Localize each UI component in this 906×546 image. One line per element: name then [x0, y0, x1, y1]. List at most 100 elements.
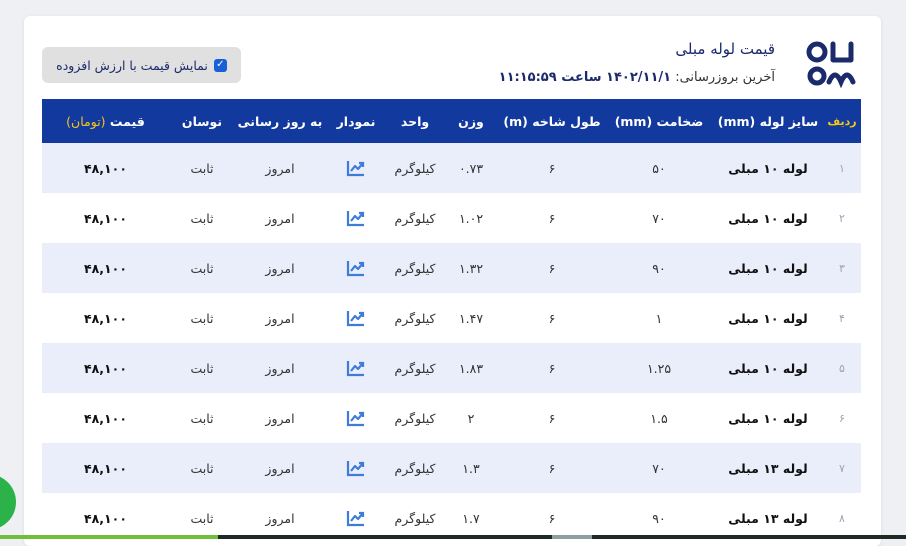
cell-weight: ۱.۳ — [462, 460, 480, 476]
cell-price: ۴۸,۱۰۰ — [84, 260, 127, 276]
header-weight[interactable]: وزن — [443, 99, 499, 143]
header-price-unit: (تومان) — [66, 113, 106, 129]
chart-trend-icon[interactable] — [346, 259, 366, 277]
chart-trend-icon[interactable] — [346, 159, 366, 177]
chart-trend-icon[interactable] — [346, 509, 366, 527]
cell-row-index: ۲ — [839, 211, 845, 225]
chat-widget-button[interactable] — [0, 474, 16, 530]
table-row[interactable]: ۵ لوله ۱۰ مبلی ۱.۲۵ ۶ ۱.۸۳ کیلوگرم امروز ثابت ۴۸… — [42, 343, 861, 393]
cell-change: ثابت — [190, 210, 214, 226]
last-update-value: ۱۴۰۲/۱۱/۱ ساعت ۱۱:۱۵:۵۹ — [498, 70, 672, 85]
cell-row-index: ۶ — [839, 411, 845, 425]
vat-price-toggle[interactable]: ✓ نمایش قیمت با ارزش افزوده — [42, 47, 241, 83]
cell-thickness: ۱ — [655, 310, 663, 326]
last-update-label: آخرین بروزرسانی: — [675, 70, 775, 85]
cell-weight: ۰.۷۳ — [458, 160, 484, 176]
cell-pipe-size: لوله ۱۰ مبلی — [728, 160, 808, 176]
header-chart: نمودار — [336, 113, 376, 129]
cell-change: ثابت — [190, 160, 214, 176]
cell-pipe-size: لوله ۱۰ مبلی — [728, 210, 808, 226]
cell-thickness: ۷۰ — [652, 210, 666, 226]
cell-unit: کیلوگرم — [394, 460, 436, 476]
cell-change: ثابت — [190, 360, 214, 376]
vat-toggle-label: نمایش قیمت با ارزش افزوده — [56, 57, 208, 73]
cell-unit: کیلوگرم — [394, 410, 436, 426]
table-row[interactable]: ۷ لوله ۱۳ مبلی ۷۰ ۶ ۱.۳ کیلوگرم امروز ثابت ۴۸,۱۰… — [42, 443, 861, 493]
price-table: ردیف سایز لوله (mm) ضخامت (mm) طول شاخه … — [42, 99, 861, 543]
checkbox-checked-icon[interactable]: ✓ — [213, 58, 227, 72]
cell-weight: ۱.۳۲ — [458, 260, 484, 276]
cell-updated: امروز — [265, 260, 295, 276]
cell-change: ثابت — [190, 310, 214, 326]
cell-change: ثابت — [190, 460, 214, 476]
cell-weight: ۱.۴۷ — [458, 310, 484, 326]
cell-updated: امروز — [265, 310, 295, 326]
cell-row-index: ۳ — [839, 261, 845, 275]
cell-chart — [325, 193, 387, 243]
cell-thickness: ۷۰ — [652, 460, 666, 476]
table-row[interactable]: ۳ لوله ۱۰ مبلی ۹۰ ۶ ۱.۳۲ کیلوگرم امروز ثابت ۴۸,۱… — [42, 243, 861, 293]
table-row[interactable]: ۶ لوله ۱۰ مبلی ۱.۵ ۶ ۲ کیلوگرم امروز ثابت ۴۸,۱۰۰ — [42, 393, 861, 443]
last-update: آخرین بروزرسانی: ۱۴۰۲/۱۱/۱ ساعت ۱۱:۱۵:۵۹ — [499, 70, 775, 85]
cell-row-index: ۱ — [839, 161, 845, 175]
cell-updated: امروز — [265, 360, 295, 376]
table-row[interactable]: ۲ لوله ۱۰ مبلی ۷۰ ۶ ۱.۰۲ کیلوگرم امروز ثابت ۴۸,۱… — [42, 193, 861, 243]
cell-change: ثابت — [190, 410, 214, 426]
header-thickness[interactable]: ضخامت (mm) — [605, 99, 713, 143]
cell-change: ثابت — [190, 260, 214, 276]
header-updated[interactable]: به روز رسانی — [235, 99, 325, 143]
cell-updated: امروز — [265, 410, 295, 426]
header-index: ردیف — [827, 114, 857, 128]
cell-thickness: ۵۰ — [652, 160, 666, 176]
cell-row-index: ۷ — [839, 461, 845, 475]
chart-trend-icon[interactable] — [346, 359, 366, 377]
cell-unit: کیلوگرم — [394, 160, 436, 176]
cell-pipe-size: لوله ۱۳ مبلی — [728, 460, 808, 476]
cell-pipe-size: لوله ۱۰ مبلی — [728, 260, 808, 276]
cell-pipe-size: لوله ۱۰ مبلی — [728, 360, 808, 376]
cell-branch-length: ۶ — [548, 160, 556, 176]
cell-thickness: ۹۰ — [652, 260, 666, 276]
table-row[interactable]: ۴ لوله ۱۰ مبلی ۱ ۶ ۱.۴۷ کیلوگرم امروز ثابت ۴۸,۱۰… — [42, 293, 861, 343]
cell-weight: ۱.۰۲ — [458, 210, 484, 226]
cell-chart — [325, 393, 387, 443]
cell-branch-length: ۶ — [548, 360, 556, 376]
cell-price: ۴۸,۱۰۰ — [84, 460, 127, 476]
cell-branch-length: ۶ — [548, 460, 556, 476]
cell-price: ۴۸,۱۰۰ — [84, 410, 127, 426]
cell-updated: امروز — [265, 210, 295, 226]
table-row[interactable]: ۱ لوله ۱۰ مبلی ۵۰ ۶ ۰.۷۳ کیلوگرم امروز ثابت ۴۸,۱… — [42, 143, 861, 193]
chart-trend-icon[interactable] — [346, 209, 366, 227]
cell-unit: کیلوگرم — [394, 210, 436, 226]
cell-row-index: ۵ — [839, 361, 845, 375]
cell-branch-length: ۶ — [548, 260, 556, 276]
header-length[interactable]: طول شاخه (m) — [499, 99, 605, 143]
cell-weight: ۲ — [467, 410, 475, 426]
cell-row-index: ۴ — [839, 311, 845, 325]
price-card: قیمت لوله مبلی آخرین بروزرسانی: ۱۴۰۲/۱۱/… — [24, 16, 881, 546]
cell-updated: امروز — [265, 460, 295, 476]
cell-thickness: ۱.۲۵ — [646, 360, 672, 376]
cell-updated: امروز — [265, 160, 295, 176]
cell-branch-length: ۶ — [548, 310, 556, 326]
header-unit: واحد — [400, 113, 430, 129]
header-size[interactable]: سایز لوله (mm) — [713, 99, 823, 143]
cell-branch-length: ۶ — [548, 410, 556, 426]
page-title: قیمت لوله مبلی — [675, 40, 775, 58]
chart-trend-icon[interactable] — [346, 459, 366, 477]
cell-unit: کیلوگرم — [394, 360, 436, 376]
header-change[interactable]: نوسان — [169, 99, 235, 143]
ahanmelal-logo-icon[interactable] — [803, 38, 859, 88]
cell-price: ۴۸,۱۰۰ — [84, 160, 127, 176]
cell-chart — [325, 143, 387, 193]
header-price[interactable]: قیمت (تومان) — [42, 99, 169, 143]
chart-trend-icon[interactable] — [346, 309, 366, 327]
cell-price: ۴۸,۱۰۰ — [84, 310, 127, 326]
header-price-label: قیمت — [109, 113, 145, 129]
chart-trend-icon[interactable] — [346, 409, 366, 427]
cell-price: ۴۸,۱۰۰ — [84, 360, 127, 376]
bottom-progress-bar — [0, 535, 906, 539]
cell-unit: کیلوگرم — [394, 310, 436, 326]
cell-pipe-size: لوله ۱۰ مبلی — [728, 310, 808, 326]
cell-chart — [325, 243, 387, 293]
